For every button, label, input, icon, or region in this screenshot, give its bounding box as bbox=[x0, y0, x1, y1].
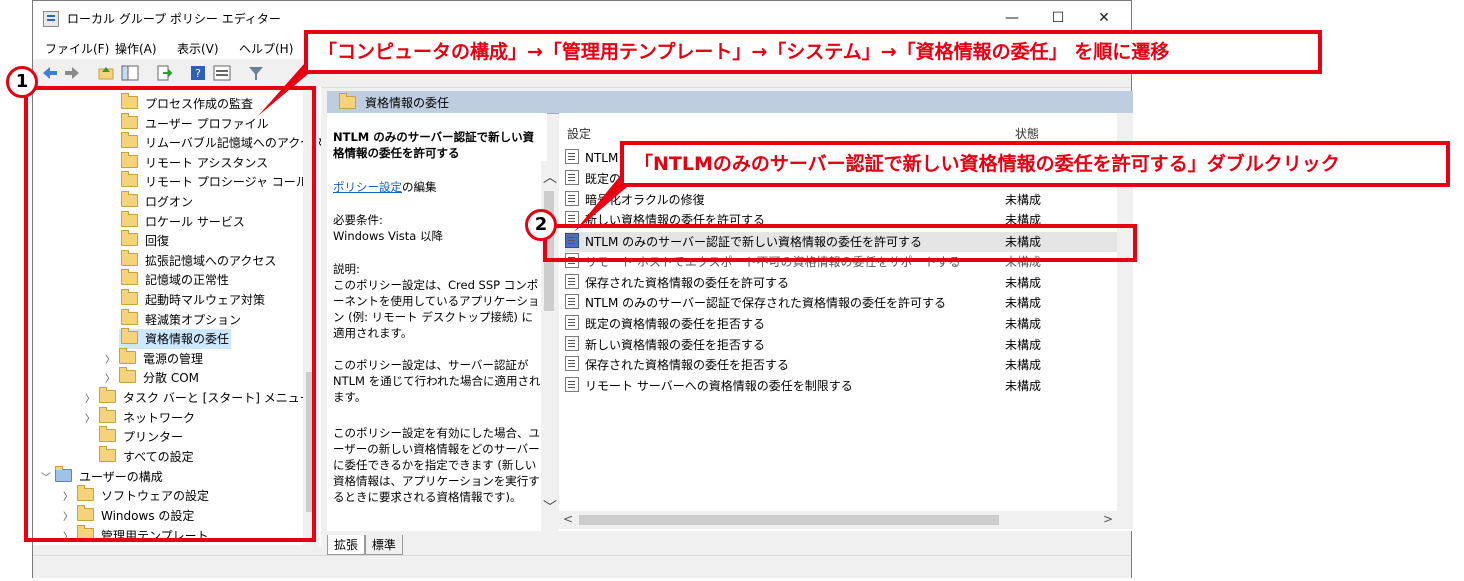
svg-text:?: ? bbox=[195, 67, 201, 80]
list-item[interactable]: 新しい資格情報の委任を拒否する 未構成 bbox=[565, 335, 1125, 355]
app-icon bbox=[43, 11, 59, 27]
menu-file[interactable]: ファイル(F) bbox=[45, 40, 109, 57]
list-item[interactable]: 既定の資格情報の委任を拒否する 未構成 bbox=[565, 314, 1125, 334]
step1-highlight-box bbox=[24, 86, 316, 542]
description-title: NTLM のみのサーバー認証で新しい資格情報の委任を許可する bbox=[333, 130, 535, 160]
description-explanation: このポリシー設定を有効にした場合、ユーザーの新しい資格情報をどのサーバーに委任で… bbox=[333, 426, 540, 504]
description-pane: NTLM のみのサーバー認証で新しい資格情報の委任を許可する ポリシー設定の編集… bbox=[327, 113, 547, 531]
scroll-right-icon[interactable]: > bbox=[1103, 512, 1113, 526]
forward-icon[interactable] bbox=[63, 64, 81, 82]
description-edit-line: ポリシー設定の編集 bbox=[333, 180, 437, 194]
window-title: ローカル グループ ポリシー エディター bbox=[67, 12, 281, 26]
menu-view[interactable]: 表示(V) bbox=[177, 40, 219, 57]
tab-extended[interactable]: 拡張 bbox=[327, 535, 366, 555]
right-pane-header: 資格情報の委任 bbox=[327, 91, 1133, 114]
column-header-state[interactable]: 状態 bbox=[1015, 125, 1039, 142]
menu-help[interactable]: ヘルプ(H) bbox=[239, 40, 293, 57]
policy-icon bbox=[565, 274, 579, 289]
step2-number-badge: 2 bbox=[525, 209, 557, 241]
list-hscroll-thumb[interactable] bbox=[579, 515, 999, 525]
show-tree-icon[interactable] bbox=[121, 64, 139, 82]
policy-icon bbox=[565, 294, 579, 309]
policy-icon bbox=[565, 336, 579, 351]
list-item[interactable]: リモート サーバーへの資格情報の委任を制限する 未構成 bbox=[565, 376, 1125, 396]
help-icon[interactable]: ? bbox=[189, 64, 207, 82]
description-requirement: 必要条件: Windows Vista 以降 bbox=[333, 213, 444, 243]
list-item[interactable]: 暗号化オラクルの修復 未構成 bbox=[565, 190, 1125, 210]
list-item[interactable]: 保存された資格情報の委任を許可する 未構成 bbox=[565, 273, 1125, 293]
list-item[interactable]: NTLM のみのサーバー認証で保存された資格情報の委任を許可する 未構成 bbox=[565, 293, 1125, 313]
description-explanation: 説明: このポリシー設定は、Cred SSP コンポーネントを使用しているアプリ… bbox=[333, 262, 540, 340]
menu-action[interactable]: 操作(A) bbox=[115, 40, 157, 57]
right-pane-title: 資格情報の委任 bbox=[365, 96, 450, 110]
policy-icon bbox=[565, 356, 579, 371]
close-button[interactable]: ✕ bbox=[1081, 5, 1127, 31]
policy-icon bbox=[565, 315, 579, 330]
back-icon[interactable] bbox=[41, 64, 59, 82]
export-icon[interactable] bbox=[155, 64, 173, 82]
policy-icon bbox=[565, 377, 579, 392]
step1-number-badge: 1 bbox=[6, 66, 38, 98]
folder-icon bbox=[339, 93, 356, 109]
step2-callout: 「NTLMのみのサーバー認証で新しい資格情報の委任を許可する」ダブルクリック bbox=[620, 141, 1450, 187]
scroll-down-icon[interactable]: ﹀ bbox=[543, 497, 557, 517]
status-bar bbox=[33, 555, 1131, 578]
properties-icon[interactable] bbox=[213, 64, 231, 82]
description-explanation: このポリシー設定は、サーバー認証が NTLM を通じて行われた場合に適用されます… bbox=[333, 358, 541, 404]
up-folder-icon[interactable] bbox=[97, 64, 115, 82]
policy-icon bbox=[565, 149, 579, 164]
tab-standard[interactable]: 標準 bbox=[364, 535, 403, 555]
scroll-left-icon[interactable]: < bbox=[563, 512, 573, 526]
view-tabs: 拡張 標準 bbox=[327, 535, 403, 555]
list-hscrollbar[interactable]: < > bbox=[559, 511, 1133, 529]
list-item[interactable]: 保存された資格情報の委任を拒否する 未構成 bbox=[565, 355, 1125, 375]
step1-callout: 「コンピュータの構成」→「管理用テンプレート」→「システム」→「資格情報の委任」… bbox=[304, 30, 1322, 74]
column-header-setting[interactable]: 設定 bbox=[567, 125, 591, 142]
maximize-button[interactable]: ☐ bbox=[1035, 5, 1081, 31]
scroll-up-icon[interactable]: ︿ bbox=[543, 167, 557, 187]
minimize-button[interactable]: — bbox=[989, 5, 1035, 31]
policy-settings-link[interactable]: ポリシー設定 bbox=[333, 180, 402, 194]
